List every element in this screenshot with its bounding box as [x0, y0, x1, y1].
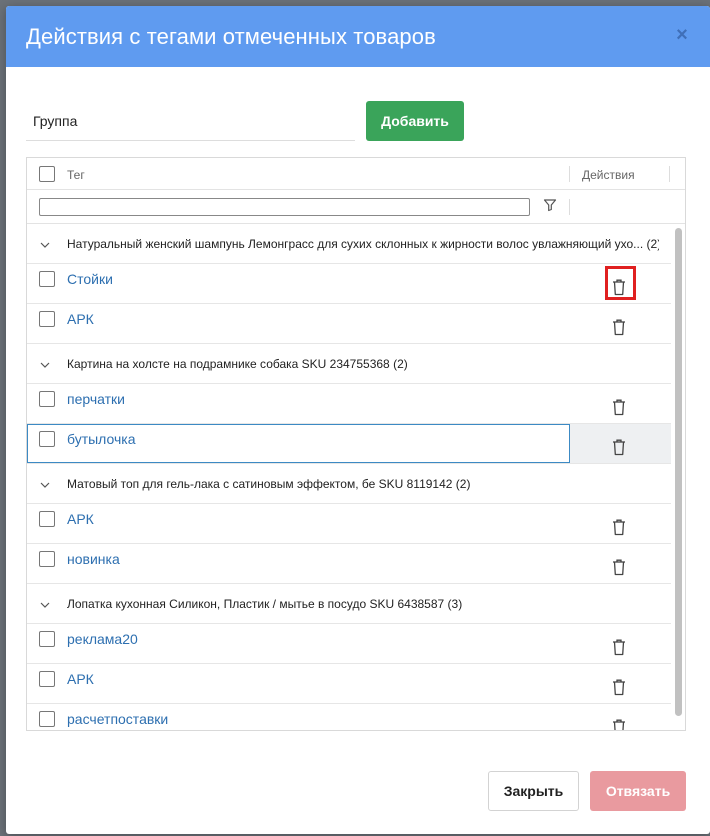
tag-row[interactable]: АРК	[27, 504, 673, 544]
close-button[interactable]: Закрыть	[488, 771, 579, 811]
tags-grid: Тег Действия Натуральный женский шампунь…	[26, 157, 686, 731]
tag-row[interactable]: реклама20	[27, 624, 673, 664]
tag-link[interactable]: Стойки	[67, 271, 113, 287]
group-row[interactable]: Картина на холсте на подрамнике собака S…	[27, 344, 673, 384]
group-title: Натуральный женский шампунь Лемонграсс д…	[67, 237, 659, 251]
row-checkbox[interactable]	[39, 391, 55, 407]
group-title-text: Матовый топ для гель-лака с сатиновым эф…	[67, 477, 453, 491]
tag-link[interactable]: бутылочка	[67, 431, 136, 447]
group-count: (2)	[455, 477, 471, 491]
tag-row[interactable]: бутылочка	[27, 424, 673, 464]
group-count: (2)	[393, 357, 408, 371]
row-checkbox[interactable]	[39, 631, 55, 647]
modal-header: Действия с тегами отмеченных товаров ×	[6, 6, 710, 67]
vertical-scrollbar[interactable]	[671, 224, 685, 730]
grid-body: Натуральный женский шампунь Лемонграсс д…	[27, 224, 673, 730]
group-count: (2)	[646, 237, 659, 251]
add-button[interactable]: Добавить	[366, 101, 464, 141]
trash-icon[interactable]	[611, 398, 627, 416]
tag-link[interactable]: АРК	[67, 311, 94, 327]
tag-row[interactable]: новинка	[27, 544, 673, 584]
group-count: (3)	[447, 597, 463, 611]
tag-row[interactable]: АРК	[27, 304, 673, 344]
trash-icon[interactable]	[611, 518, 627, 536]
add-tag-form: Добавить	[26, 101, 686, 147]
tag-filter-input[interactable]	[39, 198, 530, 216]
chevron-down-icon[interactable]	[40, 478, 50, 488]
group-row[interactable]: Натуральный женский шампунь Лемонграсс д…	[27, 224, 673, 264]
tag-link[interactable]: АРК	[67, 511, 94, 527]
group-title-text: Лопатка кухонная Силикон, Пластик / мыть…	[67, 597, 445, 611]
group-input[interactable]	[26, 101, 355, 141]
tag-row[interactable]: расчетпоставки	[27, 704, 673, 730]
tag-row[interactable]: АРК	[27, 664, 673, 704]
tag-link[interactable]: перчатки	[67, 391, 125, 407]
row-checkbox[interactable]	[39, 551, 55, 567]
close-icon[interactable]: ×	[672, 25, 692, 45]
column-header-tag[interactable]: Тег	[67, 168, 85, 182]
chevron-down-icon[interactable]	[40, 598, 50, 608]
grid-header: Тег Действия	[27, 158, 685, 190]
group-title-text: Картина на холсте на подрамнике собака S…	[67, 357, 390, 371]
chevron-down-icon[interactable]	[40, 358, 50, 368]
trash-icon[interactable]	[611, 678, 627, 696]
highlight-box	[605, 266, 636, 300]
trash-icon[interactable]	[611, 438, 627, 456]
unbind-button[interactable]: Отвязать	[590, 771, 686, 811]
group-row[interactable]: Матовый топ для гель-лака с сатиновым эф…	[27, 464, 673, 504]
group-title: Лопатка кухонная Силикон, Пластик / мыть…	[67, 597, 659, 611]
tag-link[interactable]: новинка	[67, 551, 120, 567]
row-checkbox[interactable]	[39, 671, 55, 687]
tag-link[interactable]: расчетпоставки	[67, 711, 168, 727]
tag-row[interactable]: Стойки	[27, 264, 673, 304]
row-checkbox[interactable]	[39, 511, 55, 527]
group-row[interactable]: Лопатка кухонная Силикон, Пластик / мыть…	[27, 584, 673, 624]
grid-filter-row	[27, 190, 685, 224]
group-title-text: Натуральный женский шампунь Лемонграсс д…	[67, 237, 644, 251]
select-all-checkbox[interactable]	[39, 166, 55, 182]
trash-icon[interactable]	[611, 718, 627, 730]
modal-title: Действия с тегами отмеченных товаров	[26, 23, 436, 49]
filter-icon[interactable]	[543, 198, 557, 212]
scrollbar-thumb[interactable]	[675, 228, 682, 716]
row-checkbox[interactable]	[39, 431, 55, 447]
column-divider	[569, 199, 570, 215]
group-title: Картина на холсте на подрамнике собака S…	[67, 357, 659, 371]
group-title: Матовый топ для гель-лака с сатиновым эф…	[67, 477, 659, 491]
row-checkbox[interactable]	[39, 311, 55, 327]
row-checkbox[interactable]	[39, 711, 55, 727]
row-checkbox[interactable]	[39, 271, 55, 287]
trash-icon[interactable]	[611, 318, 627, 336]
trash-icon[interactable]	[611, 558, 627, 576]
tag-link[interactable]: АРК	[67, 671, 94, 687]
tag-link[interactable]: реклама20	[67, 631, 138, 647]
column-divider	[569, 166, 570, 182]
chevron-down-icon[interactable]	[40, 238, 50, 248]
tag-row[interactable]: перчатки	[27, 384, 673, 424]
column-divider	[669, 166, 670, 182]
trash-icon[interactable]	[611, 638, 627, 656]
column-header-actions: Действия	[582, 168, 635, 182]
